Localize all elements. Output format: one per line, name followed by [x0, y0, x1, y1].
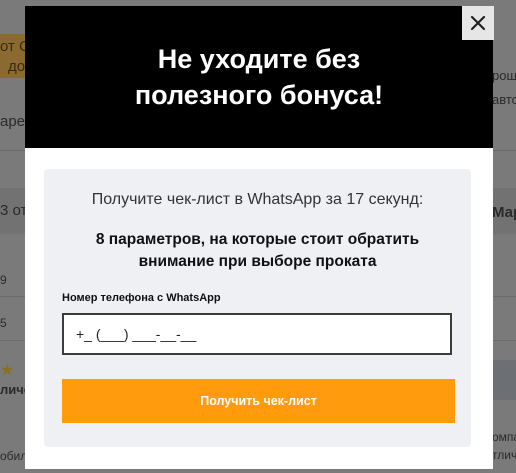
background-text: 3 от	[0, 202, 28, 219]
close-button[interactable]	[462, 6, 494, 40]
modal-title: Не уходите без полезного бонуса!	[134, 44, 384, 110]
lead-form-card: Получите чек-лист в WhatsApp за 17 секун…	[44, 169, 471, 447]
exit-intent-modal: Не уходите без полезного бонуса! Получит…	[25, 6, 493, 469]
phone-input[interactable]	[62, 313, 452, 355]
modal-header: Не уходите без полезного бонуса!	[25, 6, 493, 148]
card-subtitle: Получите чек-лист в WhatsApp за 17 секун…	[91, 191, 424, 208]
close-icon	[470, 15, 486, 31]
background-text: 9	[0, 273, 7, 287]
background-text: Мар	[492, 204, 516, 221]
background-text: омпа	[492, 430, 516, 444]
background-text: рош	[492, 68, 516, 83]
background-text: авто	[492, 92, 516, 107]
background-text: аре	[0, 113, 26, 130]
background-text: 5	[0, 316, 7, 330]
get-checklist-button[interactable]: Получить чек-лист	[62, 379, 455, 423]
background-avatar	[490, 360, 516, 400]
star-icon: ★	[0, 362, 15, 379]
phone-field-label: Номер телефона с WhatsApp	[62, 292, 221, 304]
background-text: до	[8, 58, 26, 75]
card-offer-text: 8 параметров, на которые стоит обратить …	[95, 231, 420, 270]
background-text: тличн	[492, 448, 516, 462]
background-text: обил	[0, 449, 28, 463]
